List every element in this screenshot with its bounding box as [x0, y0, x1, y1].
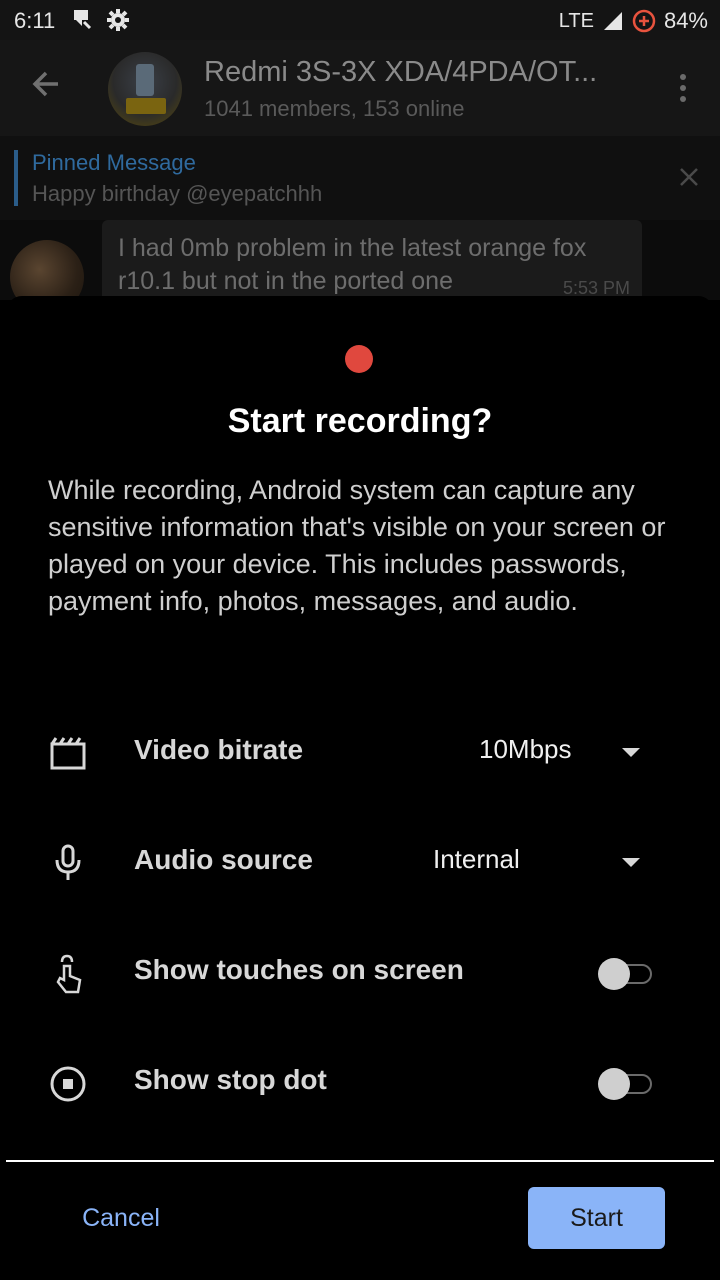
dialog-title: Start recording? [227, 402, 493, 440]
message-text: I had 0mb problem in the latest orange f… [118, 234, 587, 295]
phone-icon [136, 64, 154, 96]
record-dot-icon [345, 345, 373, 373]
start-button[interactable]: Start [528, 1187, 665, 1249]
option-show-stop-dot[interactable]: Show stop dot [6, 1038, 714, 1128]
close-icon[interactable] [678, 166, 700, 188]
more-options-icon[interactable] [680, 74, 686, 107]
battery-percent: 84% [663, 8, 708, 33]
message-bubble[interactable]: I had 0mb problem in the latest orange f… [102, 220, 642, 300]
microphone-icon [55, 844, 81, 880]
show-stop-dot-toggle[interactable] [598, 1068, 654, 1100]
back-arrow-icon[interactable] [30, 68, 62, 100]
show-stop-dot-label: Show stop dot [134, 1064, 327, 1095]
network-type: LTE [558, 9, 594, 32]
chat-app-bar: Redmi 3S-3X XDA/4PDA/OT... 1041 members,… [0, 40, 720, 136]
signal-icon [603, 12, 622, 30]
show-touches-toggle[interactable] [598, 958, 654, 990]
divider [6, 1160, 714, 1162]
option-video-bitrate[interactable]: Video bitrate 10Mbps [6, 708, 714, 798]
battery-saver-icon [632, 9, 656, 33]
audio-source-select[interactable]: Internal [433, 844, 520, 875]
dialog-body: While recording, Android system can capt… [48, 475, 666, 616]
option-audio-source[interactable]: Audio source Internal [6, 818, 714, 908]
pinned-message-bar[interactable]: Pinned Message Happy birthday @eyepatchh… [0, 136, 720, 220]
stop-dot-icon [50, 1066, 86, 1102]
status-time: 6:11 [14, 8, 56, 33]
toggle-thumb [598, 958, 630, 990]
touch-icon [56, 954, 82, 994]
video-icon [50, 737, 86, 770]
settings-gear-icon [107, 9, 129, 31]
pinned-title: Pinned Message [32, 150, 196, 175]
screen-record-dialog: Start recording? While recording, Androi… [6, 296, 714, 1280]
pinned-text: Happy birthday @eyepatchhh [32, 181, 323, 206]
audio-source-label: Audio source [134, 844, 313, 875]
badge-image [126, 98, 166, 114]
video-bitrate-label: Video bitrate [134, 734, 304, 765]
chat-message-area: I had 0mb problem in the latest orange f… [0, 220, 720, 300]
option-show-touches[interactable]: Show touches on screen [6, 928, 714, 1018]
cancel-button[interactable]: Cancel [66, 1188, 176, 1248]
show-touches-label: Show touches on screen [134, 954, 464, 985]
sender-avatar[interactable] [10, 240, 84, 300]
group-avatar[interactable] [108, 52, 182, 126]
status-bar: 6:11 LTE 84% [0, 0, 720, 40]
cast-icon [74, 10, 92, 30]
group-title[interactable]: Redmi 3S-3X XDA/4PDA/OT... [204, 56, 597, 89]
toggle-thumb [598, 1068, 630, 1100]
pinned-accent-bar [14, 150, 18, 206]
video-bitrate-select[interactable]: 10Mbps [479, 734, 572, 765]
chevron-down-icon[interactable] [622, 748, 640, 757]
status-right: LTE 84% [559, 8, 708, 34]
group-member-count: 1041 members, 153 online [204, 96, 465, 121]
chevron-down-icon[interactable] [622, 858, 640, 867]
